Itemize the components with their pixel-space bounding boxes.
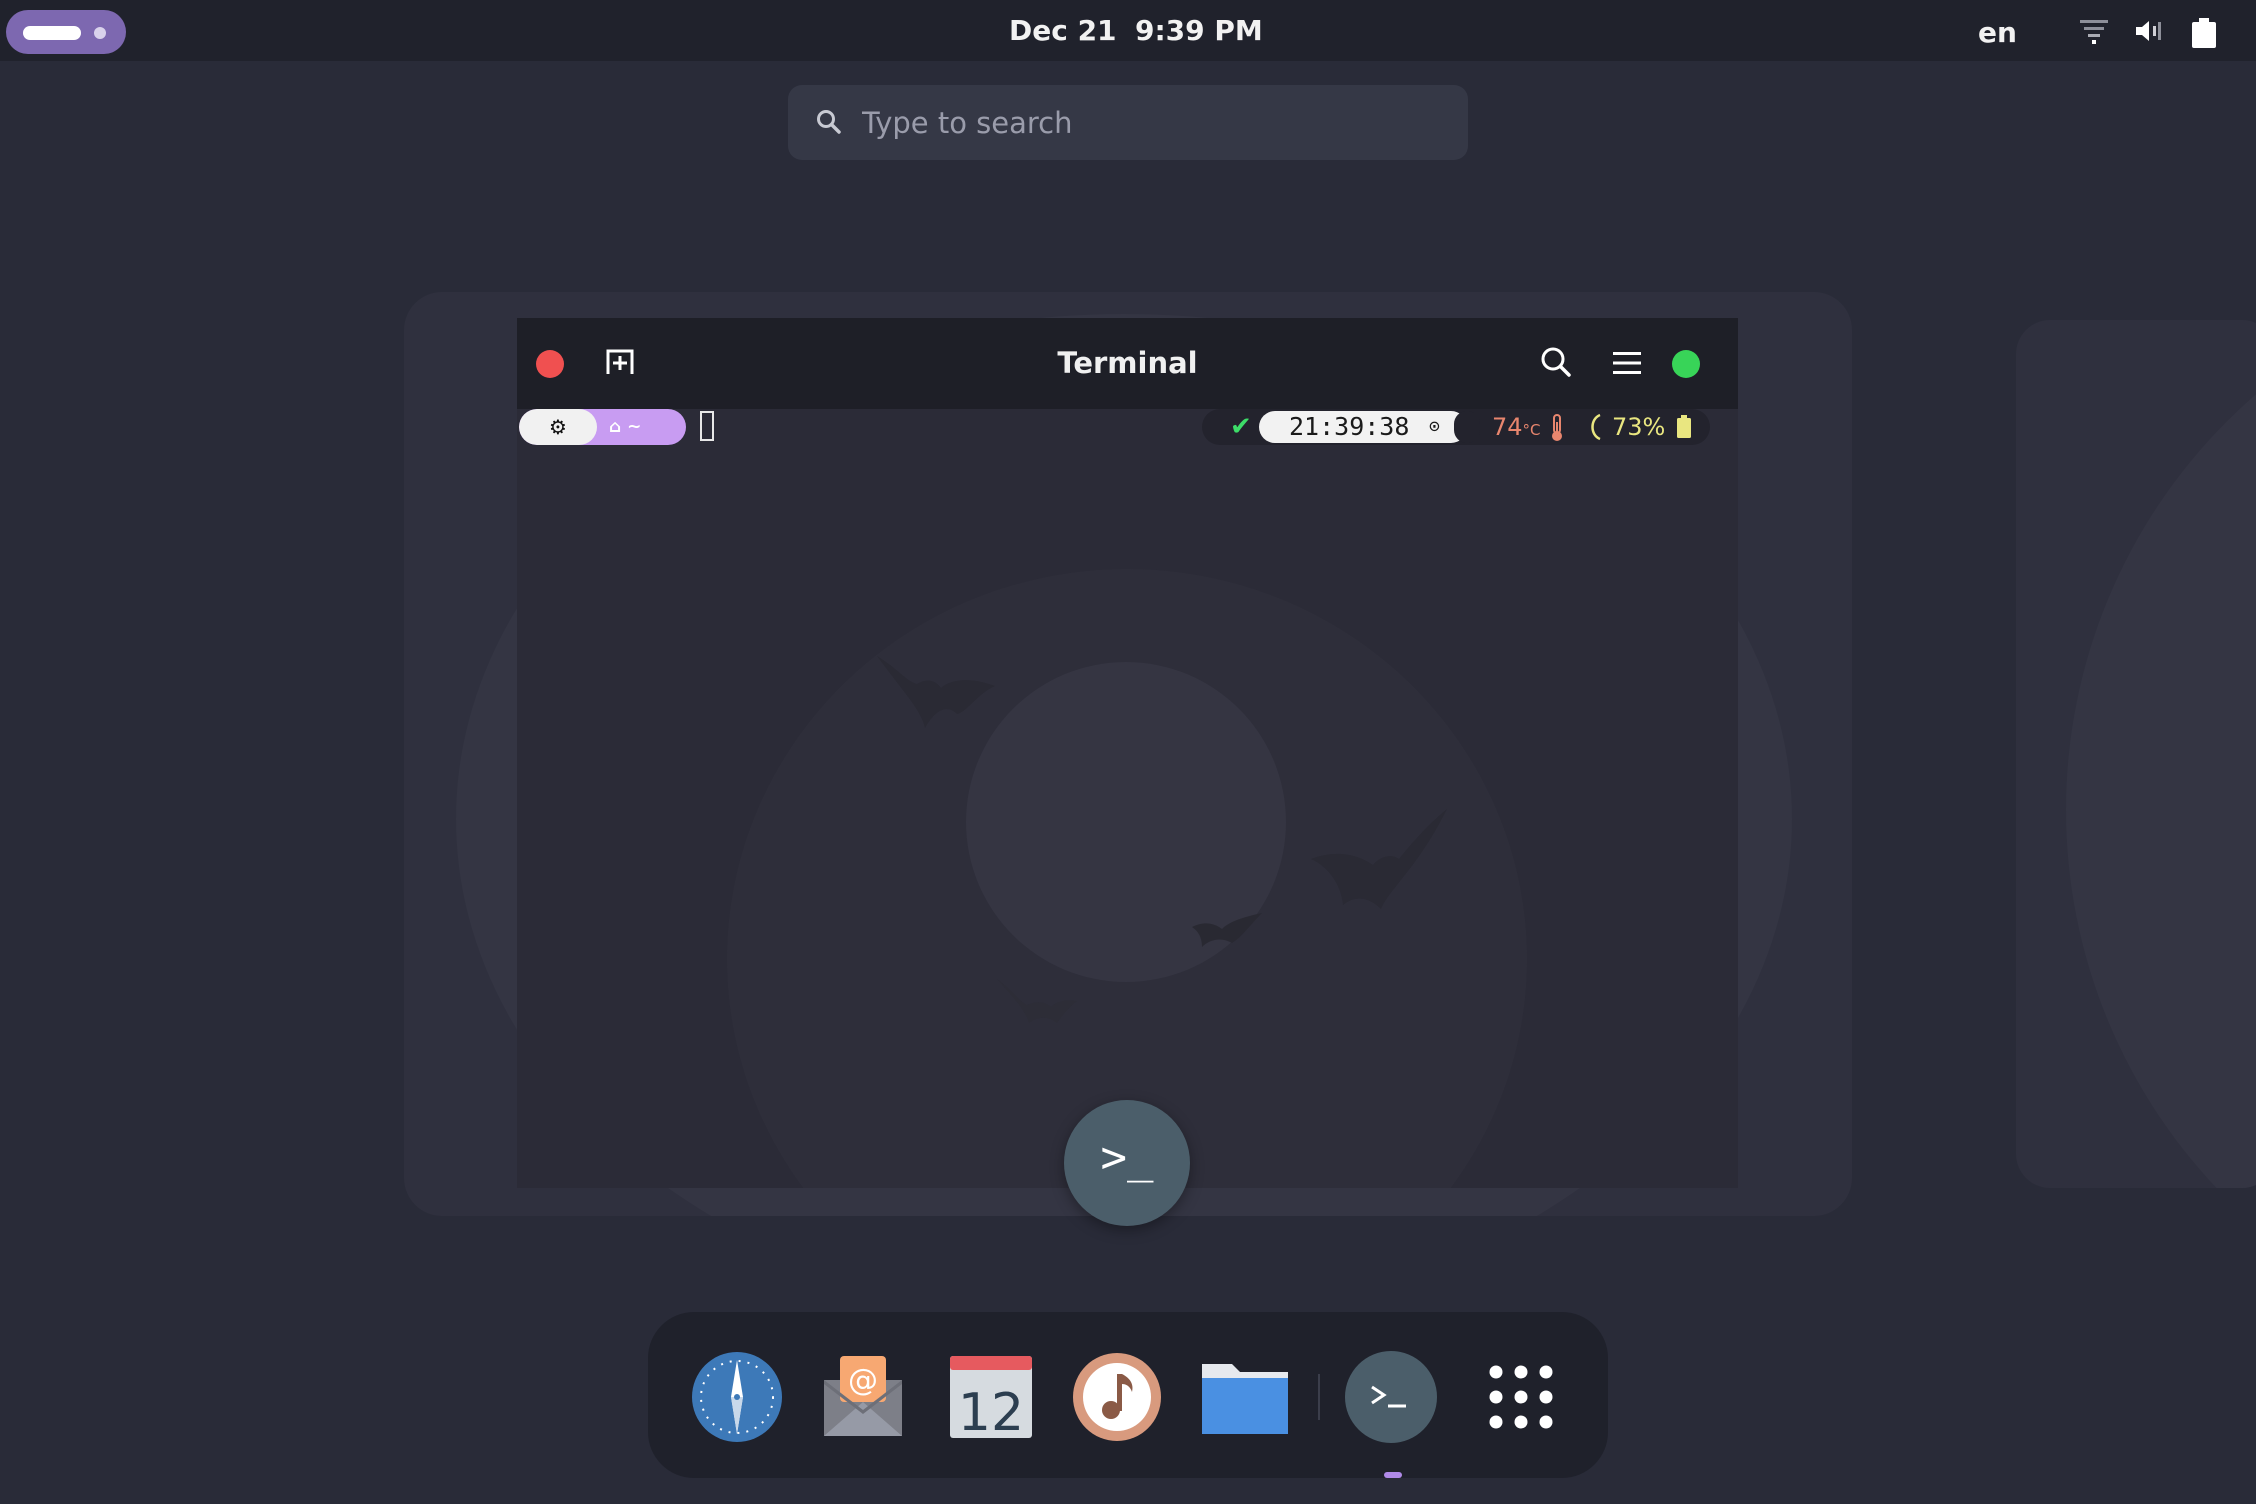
temperature-value: 74	[1492, 413, 1523, 441]
keyboard-layout-indicator[interactable]: en	[1978, 16, 2017, 49]
terminal-headerbar: Terminal	[517, 318, 1738, 409]
search-icon	[817, 110, 841, 134]
gear-icon: ⚙	[519, 409, 597, 445]
web-browser-icon[interactable]	[690, 1350, 784, 1444]
running-app-indicator	[1384, 1472, 1402, 1478]
workspace-indicator-inactive	[94, 27, 106, 39]
prompt-left-segment: ⚙ ⌂ ~	[519, 409, 686, 445]
moon-icon	[1591, 413, 1601, 441]
time-label[interactable]: 9:39 PM	[1135, 14, 1263, 47]
mail-icon[interactable]: @	[816, 1350, 910, 1444]
dock-separator	[1318, 1374, 1320, 1420]
top-bar: Dec 21 9:39 PM en	[0, 0, 2256, 61]
temperature-readout: 74°C	[1492, 409, 1541, 448]
battery-icon[interactable]	[2192, 18, 2216, 48]
temperature-unit: °C	[1522, 421, 1541, 439]
terminal-prompt-icon: >_	[1100, 1132, 1154, 1183]
search-icon[interactable]	[1540, 346, 1572, 378]
hamburger-menu-icon[interactable]	[1613, 351, 1641, 375]
search-input[interactable]	[860, 101, 1444, 145]
network-icon[interactable]	[2080, 18, 2108, 44]
activities-button[interactable]	[6, 10, 126, 54]
svg-text:@: @	[848, 1363, 878, 1398]
calendar-day: 12	[958, 1383, 1024, 1443]
date-label[interactable]: Dec 21	[1009, 14, 1117, 47]
music-icon[interactable]	[1070, 1350, 1164, 1444]
show-applications-icon[interactable]	[1474, 1350, 1568, 1444]
terminal-body[interactable]: ⚙ ⌂ ~ ✔ 21:39:38 ⊙ 74°C 73%	[517, 409, 1738, 1188]
prompt-path-text: ~	[627, 417, 642, 437]
prompt-right-segment: ✔ 21:39:38 ⊙ 74°C 73%	[1202, 409, 1710, 445]
workspace-thumbnail-next[interactable]	[2016, 320, 2256, 1188]
terminal-app-badge[interactable]: >_	[1064, 1100, 1190, 1226]
bat-icon	[1192, 913, 1262, 947]
thermometer-icon	[1552, 414, 1562, 441]
bat-icon	[877, 656, 995, 728]
files-icon[interactable]	[1198, 1350, 1292, 1444]
battery-icon	[1677, 415, 1691, 438]
terminal-window[interactable]: Terminal ⚙ ⌂ ~ ✔ 21:39:38 ⊙ 74°C 73%	[517, 318, 1738, 1188]
prompt-path: ⌂ ~	[609, 409, 641, 445]
terminal-icon[interactable]	[1344, 1350, 1438, 1444]
dock: @ 12	[648, 1312, 1608, 1478]
battery-readout: 73%	[1612, 413, 1666, 441]
prompt-time: 21:39:38	[1289, 412, 1410, 441]
segment-separator	[1454, 411, 1480, 443]
terminal-cursor	[700, 411, 714, 441]
clock-icon: ⊙	[1429, 416, 1440, 437]
wallpaper-shape	[2066, 320, 2256, 1188]
maximize-button[interactable]	[1672, 350, 1700, 378]
volume-icon[interactable]	[2134, 18, 2164, 44]
home-icon: ⌂	[609, 417, 622, 437]
workspace-indicator-active	[23, 26, 81, 40]
search-bar[interactable]	[788, 85, 1468, 160]
calendar-icon[interactable]: 12	[944, 1350, 1038, 1444]
bat-icon	[997, 979, 1077, 1023]
bat-icon	[1311, 809, 1447, 909]
status-check-icon: ✔	[1230, 412, 1252, 442]
prompt-time-pill: 21:39:38 ⊙	[1259, 411, 1467, 443]
